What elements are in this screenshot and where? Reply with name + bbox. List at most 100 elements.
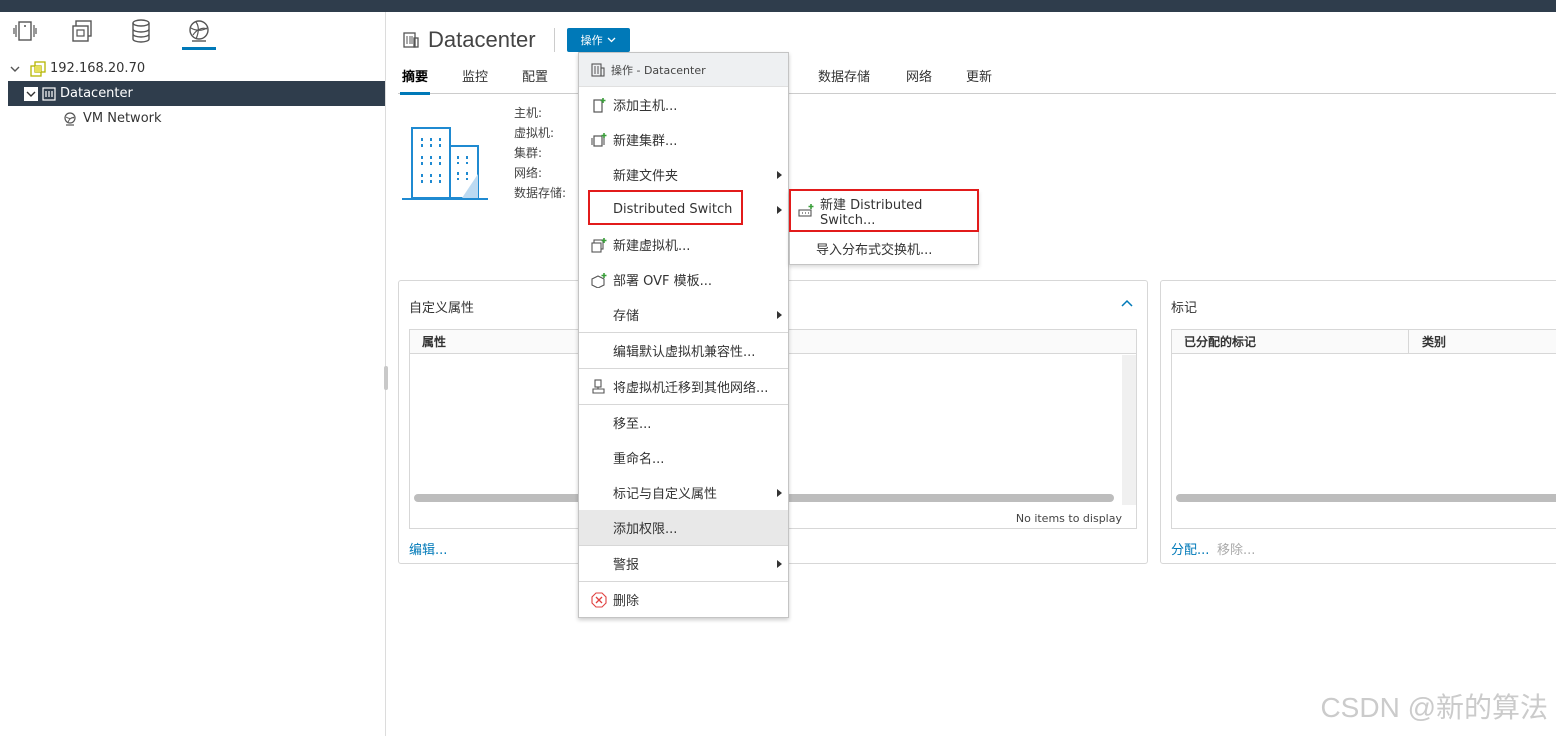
- card-title: 标记: [1171, 301, 1198, 316]
- datacenter-illustration-icon: [402, 124, 490, 206]
- column-header-assigned-tag[interactable]: 已分配的标记: [1184, 330, 1256, 354]
- top-header-bar: [0, 0, 1556, 12]
- submenu-arrow-icon: [777, 489, 782, 497]
- menu-item-label: 将虚拟机迁移到其他网络...: [613, 381, 769, 396]
- menu-item-new-folder[interactable]: 新建文件夹: [579, 157, 788, 192]
- inventory-tree: 192.168.20.70 Datacenter VM Network: [8, 56, 385, 131]
- delete-icon: [591, 591, 607, 608]
- title-divider: [553, 28, 555, 52]
- tab-summary[interactable]: 摘要: [399, 66, 431, 95]
- grid-footer-text: No items to display: [1015, 512, 1122, 525]
- menu-item-new-cluster[interactable]: 新建集群...: [579, 122, 788, 157]
- menu-item-alarms[interactable]: 警报: [579, 546, 788, 581]
- networks-label: 网络:: [514, 166, 543, 180]
- menu-item-add-permission[interactable]: 添加权限...: [579, 510, 788, 545]
- menu-item-label: 标记与自定义属性: [613, 487, 718, 502]
- new-vm-icon: [591, 237, 607, 253]
- menu-item-new-vm[interactable]: 新建虚拟机...: [579, 227, 788, 262]
- hosts-label: 主机:: [514, 106, 543, 120]
- page-title: Datacenter: [428, 27, 536, 52]
- tab-monitor[interactable]: 监控: [462, 66, 488, 94]
- tags-card: 标记 已分配的标记 类别 分配... 移除...: [1160, 280, 1556, 564]
- menu-header: 操作 - Datacenter: [579, 53, 788, 87]
- column-divider: [1408, 330, 1409, 354]
- tree-item-label: Datacenter: [60, 86, 133, 101]
- new-cluster-icon: [591, 132, 607, 148]
- grid-header: 已分配的标记 类别: [1172, 330, 1556, 354]
- menu-item-edit-vm-compat[interactable]: 编辑默认虚拟机兼容性...: [579, 333, 788, 368]
- menu-header-label: 操作 - Datacenter: [611, 63, 706, 77]
- menu-item-label: 存储: [613, 309, 640, 324]
- menu-item-label: 部署 OVF 模板...: [613, 274, 713, 289]
- highlight-box: [588, 190, 743, 225]
- menu-item-label: 添加权限...: [613, 522, 678, 537]
- tab-configure[interactable]: 配置: [522, 66, 548, 94]
- object-tabs: 摘要 监控 配置 数据存储 网络 更新: [398, 66, 1556, 95]
- actions-menu: 操作 - Datacenter 添加主机... 新建集群... 新建文件夹 Di…: [578, 52, 789, 618]
- horizontal-scrollbar[interactable]: [1176, 494, 1556, 502]
- menu-item-rename[interactable]: 重命名...: [579, 440, 788, 475]
- chevron-down-icon[interactable]: [24, 86, 38, 101]
- panel-splitter-handle[interactable]: [384, 366, 388, 390]
- menu-item-label: 新建文件夹: [613, 169, 679, 184]
- tab-networks[interactable]: 网络: [906, 66, 932, 94]
- submenu-arrow-icon: [777, 206, 782, 214]
- summary-info: 主机: 虚拟机: 集群: 网络: 数据存储:: [514, 104, 566, 204]
- menu-item-label: 重命名...: [613, 452, 665, 467]
- tree-item-datacenter[interactable]: Datacenter: [8, 81, 385, 106]
- menu-item-label: 编辑默认虚拟机兼容性...: [613, 345, 756, 360]
- menu-item-label: 导入分布式交换机...: [816, 242, 933, 258]
- menu-item-label: 移至...: [613, 417, 652, 432]
- hosts-and-clusters-icon[interactable]: [8, 14, 42, 48]
- column-header-attribute[interactable]: 属性: [422, 330, 446, 354]
- highlight-box: [789, 189, 979, 232]
- chevron-up-icon[interactable]: [1121, 299, 1133, 307]
- menu-item-migrate-network[interactable]: 将虚拟机迁移到其他网络...: [579, 369, 788, 404]
- column-header-category[interactable]: 类别: [1422, 330, 1446, 354]
- menu-item-storage[interactable]: 存储: [579, 297, 788, 332]
- tree-item-vm-network[interactable]: VM Network: [8, 106, 385, 131]
- navigator-tabs: [8, 14, 216, 50]
- menu-item-label: 新建集群...: [613, 134, 678, 149]
- datastores-label: 数据存储:: [514, 186, 567, 200]
- tree-item-label: 192.168.20.70: [50, 61, 146, 76]
- chevron-down-icon[interactable]: [8, 62, 22, 76]
- vertical-scrollbar[interactable]: [1122, 355, 1136, 505]
- networking-icon[interactable]: [182, 14, 216, 50]
- menu-item-label: 新建虚拟机...: [613, 239, 691, 254]
- menu-item-tags-attributes[interactable]: 标记与自定义属性: [579, 475, 788, 510]
- tags-grid: 已分配的标记 类别: [1171, 329, 1556, 529]
- storage-icon[interactable]: [124, 14, 158, 48]
- card-title: 自定义属性: [409, 301, 475, 316]
- edit-link[interactable]: 编辑...: [409, 539, 447, 558]
- submenu-arrow-icon: [777, 311, 782, 319]
- menu-item-delete[interactable]: 删除: [579, 582, 788, 617]
- menu-item-add-host[interactable]: 添加主机...: [579, 87, 788, 122]
- chevron-down-icon: [607, 37, 616, 43]
- vms-label: 虚拟机:: [514, 126, 555, 140]
- tree-item-label: VM Network: [83, 111, 162, 126]
- actions-button[interactable]: 操作: [566, 28, 630, 52]
- watermark-text: CSDN @新的算法: [1320, 692, 1548, 723]
- vcenter-icon: [30, 60, 46, 77]
- remove-link: 移除...: [1217, 543, 1256, 558]
- tree-item-vcenter[interactable]: 192.168.20.70: [8, 56, 385, 81]
- menu-item-label: 添加主机...: [613, 99, 678, 114]
- tab-updates[interactable]: 更新: [966, 66, 992, 94]
- actions-button-label: 操作: [580, 34, 603, 47]
- deploy-ovf-icon: [591, 272, 607, 288]
- add-host-icon: [591, 97, 607, 113]
- assign-link[interactable]: 分配...: [1171, 539, 1209, 558]
- menu-item-deploy-ovf[interactable]: 部署 OVF 模板...: [579, 262, 788, 297]
- menu-item-move-to[interactable]: 移至...: [579, 405, 788, 440]
- menu-item-label: 警报: [613, 558, 640, 573]
- menu-item-label: 删除: [613, 594, 640, 609]
- network-icon: [63, 111, 77, 126]
- clusters-label: 集群:: [514, 146, 543, 160]
- menu-item-import-distributed-switch[interactable]: 导入分布式交换机...: [790, 230, 978, 266]
- tab-datastores[interactable]: 数据存储: [818, 66, 870, 94]
- datacenter-icon: [591, 62, 605, 77]
- submenu-arrow-icon: [777, 171, 782, 179]
- vms-and-templates-icon[interactable]: [66, 14, 100, 48]
- migrate-network-icon: [591, 378, 607, 395]
